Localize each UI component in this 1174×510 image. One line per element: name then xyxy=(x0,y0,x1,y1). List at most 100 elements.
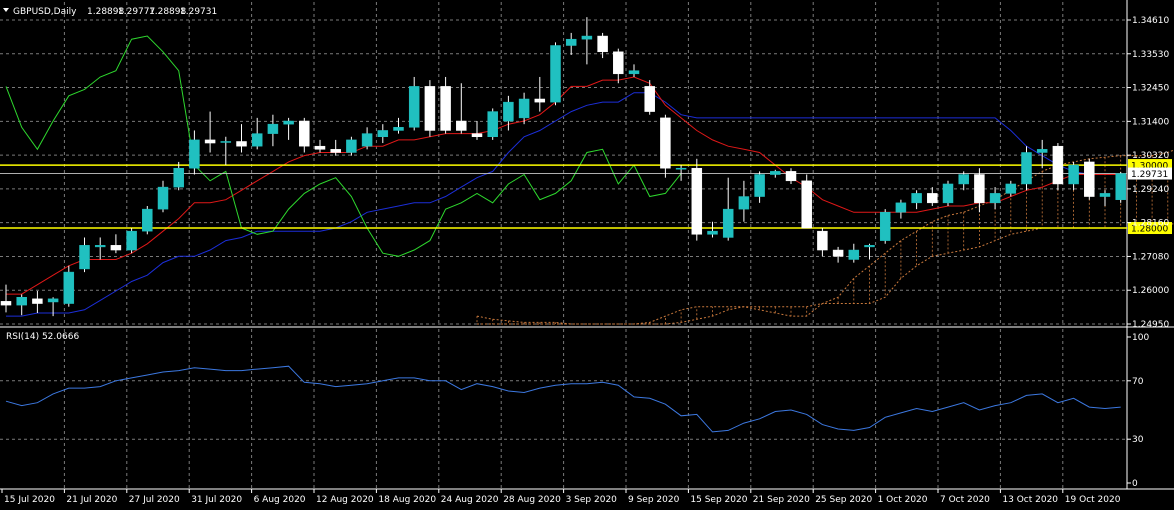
candle xyxy=(660,114,671,178)
candle-body xyxy=(817,230,828,251)
candle-body xyxy=(1068,164,1079,185)
rsi-line xyxy=(5,365,1121,433)
candle xyxy=(989,187,1001,210)
candle xyxy=(283,117,294,140)
candle xyxy=(628,64,640,77)
candle xyxy=(801,174,812,229)
candle-body xyxy=(644,86,655,112)
candle-body xyxy=(346,139,357,153)
rsi-label: RSI(14) 52.0666 xyxy=(6,332,79,342)
candle xyxy=(267,114,279,147)
chart-window[interactable]: 1.30000 1.28000 1.29731 1.34610 1.33530 1.32… xyxy=(0,0,1174,510)
candle-body xyxy=(361,133,373,147)
time-tick-label: 3 Sep 2020 xyxy=(566,495,618,505)
candle xyxy=(110,234,122,254)
candle-body xyxy=(613,51,624,75)
chart-canvas[interactable]: 1.300001.280001.29731 1.346101.335301.32… xyxy=(0,0,1174,510)
candle xyxy=(142,205,153,235)
candle xyxy=(1021,146,1032,191)
candle-body xyxy=(126,230,137,251)
time-tick-label: 19 Oct 2020 xyxy=(1065,495,1121,505)
candle-body xyxy=(47,298,59,303)
candle-body xyxy=(424,86,436,131)
candle-body xyxy=(189,139,200,169)
price-grid xyxy=(0,2,1127,325)
candle-body xyxy=(974,174,985,204)
candle-body xyxy=(895,202,907,213)
candle xyxy=(1068,161,1079,191)
time-tick-label: 12 Aug 2020 xyxy=(316,495,374,505)
time-tick-label: 28 Aug 2020 xyxy=(503,495,561,505)
time-tick-label: 15 Jul 2020 xyxy=(4,495,55,505)
candle-body xyxy=(785,171,797,182)
candle-body xyxy=(911,193,922,204)
candle-body xyxy=(503,101,514,122)
candle-body xyxy=(377,130,389,138)
time-tick-label: 21 Sep 2020 xyxy=(753,495,810,505)
candle-body xyxy=(691,167,703,235)
candle xyxy=(471,121,483,140)
candle xyxy=(613,48,624,84)
candle-body xyxy=(142,208,153,232)
candle-body xyxy=(440,86,451,131)
candle-body xyxy=(79,245,90,270)
candle-body xyxy=(628,70,640,75)
candle-body xyxy=(0,301,12,306)
candle-body xyxy=(220,141,232,143)
candle-body xyxy=(204,139,216,144)
candle xyxy=(220,136,232,166)
candle-body xyxy=(1005,183,1017,194)
price-tick-label: 1.33530 xyxy=(1132,50,1169,60)
rsi-axis: 100 70 30 0 xyxy=(1127,333,1149,489)
candle xyxy=(958,171,969,191)
time-tick-label: 21 Jul 2020 xyxy=(66,495,117,505)
candle-body xyxy=(283,120,294,125)
candle xyxy=(581,17,593,65)
candle-body xyxy=(927,193,938,204)
price-tick-label: 1.34610 xyxy=(1132,16,1169,26)
rsi-grid xyxy=(0,329,1127,489)
candle xyxy=(456,83,467,134)
dropdown-triangle-icon[interactable] xyxy=(3,8,9,12)
candle-body xyxy=(958,174,969,185)
rsi-indicator xyxy=(5,365,1121,433)
candle-body xyxy=(801,180,812,229)
candle-body xyxy=(1052,145,1064,185)
chikou-span-line xyxy=(5,35,682,257)
candle-body xyxy=(518,98,530,119)
candle-body xyxy=(32,298,43,304)
chart-header: GBPUSD,Daily 1.28898 1.29777 1.28898 1.2… xyxy=(3,7,217,17)
candle-body xyxy=(550,45,561,103)
time-tick-label: 27 Jul 2020 xyxy=(129,495,180,505)
candle xyxy=(1052,143,1064,191)
time-axis: 15 Jul 2020 21 Jul 2020 27 Jul 2020 31 Jul … xyxy=(1,489,1121,505)
candle-body xyxy=(770,171,781,175)
candle-body xyxy=(314,145,326,150)
candle-body xyxy=(879,212,891,241)
candle-body xyxy=(565,38,577,46)
candle xyxy=(377,124,389,144)
candle-body xyxy=(487,111,498,138)
rsi-tick-label: 30 xyxy=(1132,435,1144,445)
candle xyxy=(393,117,404,134)
candle-body xyxy=(832,249,844,257)
candle xyxy=(189,130,200,175)
price-tick-label: 1.31400 xyxy=(1132,117,1169,127)
current-price-label: 1.29731 xyxy=(1131,170,1168,180)
time-tick-label: 25 Sep 2020 xyxy=(815,495,872,505)
time-tick-label: 13 Oct 2020 xyxy=(1002,495,1058,505)
candle xyxy=(565,32,577,55)
candle xyxy=(487,108,498,140)
candle-body xyxy=(330,149,341,153)
candle xyxy=(314,139,326,153)
time-tick-label: 6 Aug 2020 xyxy=(254,495,306,505)
candle xyxy=(817,228,828,257)
candle xyxy=(330,139,341,156)
price-tick-label: 1.28160 xyxy=(1132,219,1169,229)
candle xyxy=(1099,190,1111,206)
candle xyxy=(126,228,137,254)
candle-body xyxy=(754,174,765,197)
symbol-label: GBPUSD,Daily xyxy=(13,7,77,17)
candle-body xyxy=(722,208,734,238)
candle-body xyxy=(581,35,593,40)
